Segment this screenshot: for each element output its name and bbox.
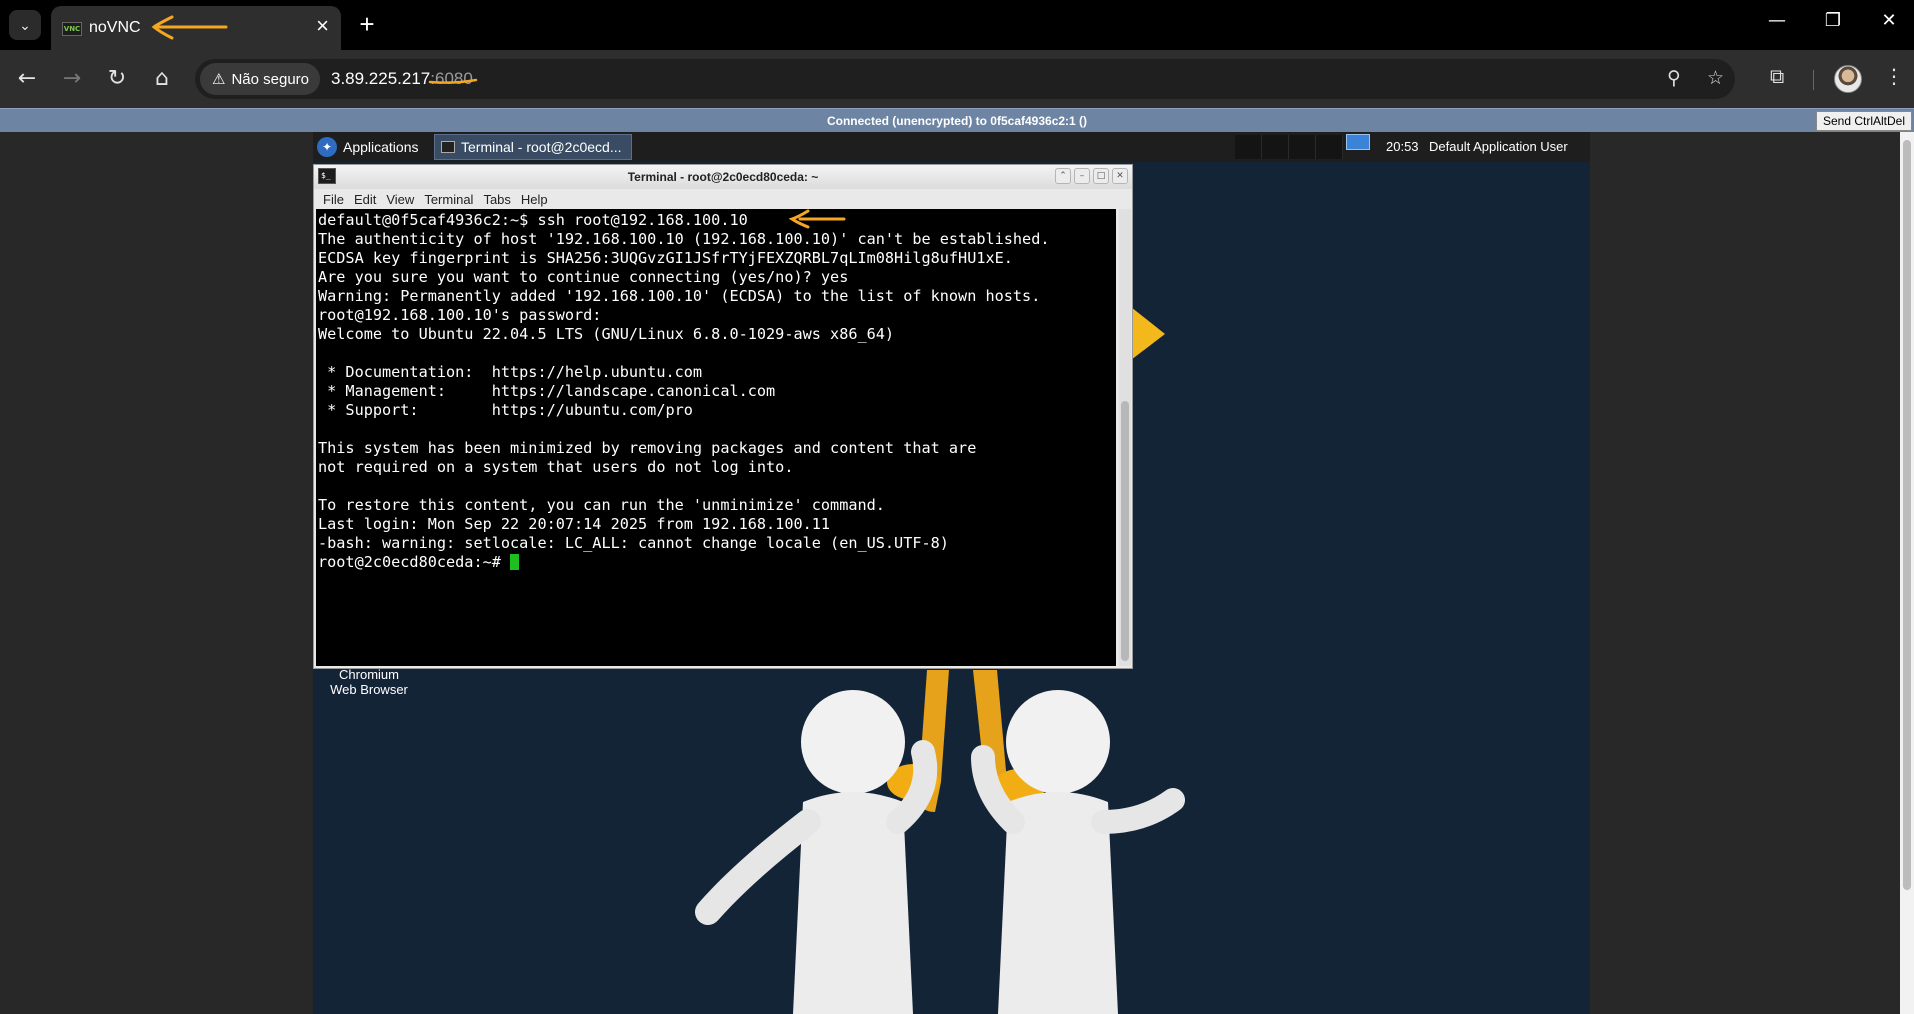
terminal-line: To restore this content, you can run the…: [318, 496, 885, 514]
bookmark-star-icon[interactable]: ☆: [1707, 67, 1724, 89]
close-icon[interactable]: ✕: [1866, 10, 1912, 31]
terminal-icon: [441, 141, 455, 153]
window-maximize-icon[interactable]: □: [1093, 168, 1109, 184]
profile-avatar[interactable]: [1834, 65, 1862, 93]
menu-terminal[interactable]: Terminal: [421, 189, 480, 209]
menu-edit[interactable]: Edit: [351, 189, 383, 209]
vnc-scrollbar[interactable]: [1900, 132, 1914, 1014]
home-button[interactable]: ⌂: [147, 64, 177, 94]
applications-label: Applications: [343, 139, 419, 155]
tab-close-icon[interactable]: ×: [316, 15, 329, 37]
chevron-down-icon: ⌄: [19, 16, 31, 33]
workspace-switcher[interactable]: [1235, 135, 1343, 159]
terminal-line: * Support: https://ubuntu.com/pro: [318, 401, 693, 419]
terminal-window[interactable]: $_ Terminal - root@2c0ecd80ceda: ~ ⌃ – □…: [313, 164, 1133, 669]
restore-icon[interactable]: ❐: [1810, 10, 1856, 31]
reload-button[interactable]: ↻: [102, 64, 132, 94]
window-close-icon[interactable]: ✕: [1112, 168, 1128, 184]
menu-help[interactable]: Help: [518, 189, 555, 209]
novnc-status-bar: Connected (unencrypted) to 0f5caf4936c2:…: [0, 108, 1914, 132]
terminal-cursor: [510, 554, 520, 570]
zoom-icon[interactable]: ⚲: [1667, 67, 1681, 89]
window-minimize-icon[interactable]: –: [1074, 168, 1090, 184]
terminal-scrollbar[interactable]: [1119, 209, 1131, 666]
minimize-icon[interactable]: —: [1754, 10, 1800, 31]
terminal-title: Terminal - root@2c0ecd80ceda: ~: [627, 170, 819, 184]
arrow-left-icon: ←: [17, 66, 37, 91]
terminal-line: root@192.168.100.10's password:: [318, 306, 602, 324]
site-info-chip[interactable]: ⚠ Não seguro: [200, 63, 320, 95]
terminal-output[interactable]: default@0f5caf4936c2:~$ ssh root@192.168…: [316, 209, 1116, 666]
terminal-menubar: File Edit View Terminal Tabs Help: [314, 189, 1132, 209]
taskbar-terminal-label: Terminal - root@2c0ecd...: [461, 139, 622, 155]
browser-tab-strip: ⌄ VNC noVNC × + — ❐ ✕: [0, 0, 1914, 50]
terminal-line: * Management: https://landscape.canonica…: [318, 382, 776, 400]
home-icon: ⌂: [155, 66, 169, 91]
terminal-line: Are you sure you want to continue connec…: [318, 268, 849, 286]
connection-status: Connected (unencrypted) to 0f5caf4936c2:…: [826, 114, 1088, 128]
terminal-line: Welcome to Ubuntu 22.04.5 LTS (GNU/Linux…: [318, 325, 895, 343]
panel-user[interactable]: Default Application User: [1429, 139, 1568, 154]
url-host: 3.89.225.217: [331, 69, 431, 88]
terminal-line: ECDSA key fingerprint is SHA256:3UQGvzGI…: [318, 249, 1013, 267]
annotation-arrow-icon: [788, 209, 846, 229]
terminal-line: This system has been minimized by removi…: [318, 439, 977, 457]
tab-title: noVNC: [89, 19, 141, 36]
warning-icon: ⚠: [212, 70, 226, 88]
security-label: Não seguro: [231, 70, 310, 88]
novnc-favicon-icon: VNC: [62, 22, 82, 36]
applications-menu-button[interactable]: ✦ Applications: [313, 134, 419, 160]
terminal-line: Warning: Permanently added '192.168.100.…: [318, 287, 1041, 305]
terminal-scrollbar-thumb[interactable]: [1121, 401, 1129, 661]
workspace-4[interactable]: [1316, 135, 1343, 159]
back-button[interactable]: ←: [12, 64, 42, 94]
send-ctrl-alt-del-button[interactable]: Send CtrlAltDel: [1815, 111, 1912, 131]
reload-icon: ↻: [107, 66, 127, 91]
new-tab-button[interactable]: +: [352, 9, 382, 39]
terminal-line: -bash: warning: setlocale: LC_ALL: canno…: [318, 534, 949, 552]
xfce-mouse-icon: ✦: [317, 137, 337, 157]
xfce-top-panel: ✦ Applications Terminal - root@2c0ecd...…: [313, 132, 1590, 162]
window-pin-icon[interactable]: ⌃: [1055, 168, 1071, 184]
terminal-line: Last login: Mon Sep 22 20:07:14 2025 fro…: [318, 515, 831, 533]
forward-button[interactable]: →: [57, 64, 87, 94]
terminal-line: * Documentation: https://help.ubuntu.com: [318, 363, 703, 381]
menu-tabs[interactable]: Tabs: [480, 189, 517, 209]
annotation-underline-icon: [428, 78, 478, 84]
browser-toolbar: ← → ↻ ⌂ ⚠ Não seguro 3.89.225.217:6080 ⚲…: [0, 50, 1914, 108]
address-bar[interactable]: ⚠ Não seguro 3.89.225.217:6080 ⚲ ☆: [195, 59, 1735, 99]
panel-clock[interactable]: 20:53: [1386, 139, 1419, 154]
chromium-desktop-icon-label[interactable]: Chromium Web Browser: [319, 667, 419, 697]
extensions-icon[interactable]: ⧉: [1770, 64, 1784, 88]
remote-desktop[interactable]: ✦ Applications Terminal - root@2c0ecd...…: [313, 132, 1590, 1014]
active-workspace-indicator[interactable]: [1346, 134, 1370, 150]
toolbar-divider: [1813, 70, 1814, 90]
menu-file[interactable]: File: [320, 189, 351, 209]
workspace-1[interactable]: [1235, 135, 1262, 159]
terminal-line: default@0f5caf4936c2:~$ ssh root@192.168…: [318, 211, 748, 229]
workspace-3[interactable]: [1289, 135, 1316, 159]
terminal-line: The authenticity of host '192.168.100.10…: [318, 230, 1050, 248]
terminal-titlebar[interactable]: $_ Terminal - root@2c0ecd80ceda: ~ ⌃ – □…: [314, 165, 1132, 189]
menu-view[interactable]: View: [383, 189, 421, 209]
more-menu-icon[interactable]: ⋮: [1884, 64, 1904, 88]
annotation-arrow-icon: [151, 15, 228, 40]
vnc-scrollbar-thumb[interactable]: [1903, 140, 1911, 890]
terminal-line: not required on a system that users do n…: [318, 458, 794, 476]
terminal-prompt: root@2c0ecd80ceda:~#: [318, 553, 511, 571]
arrow-right-icon: →: [62, 66, 82, 91]
workspace-2[interactable]: [1262, 135, 1289, 159]
chromium-label-text: Chromium Web Browser: [330, 667, 408, 697]
tab-search-button[interactable]: ⌄: [9, 10, 41, 40]
taskbar-terminal-button[interactable]: Terminal - root@2c0ecd...: [434, 134, 632, 160]
